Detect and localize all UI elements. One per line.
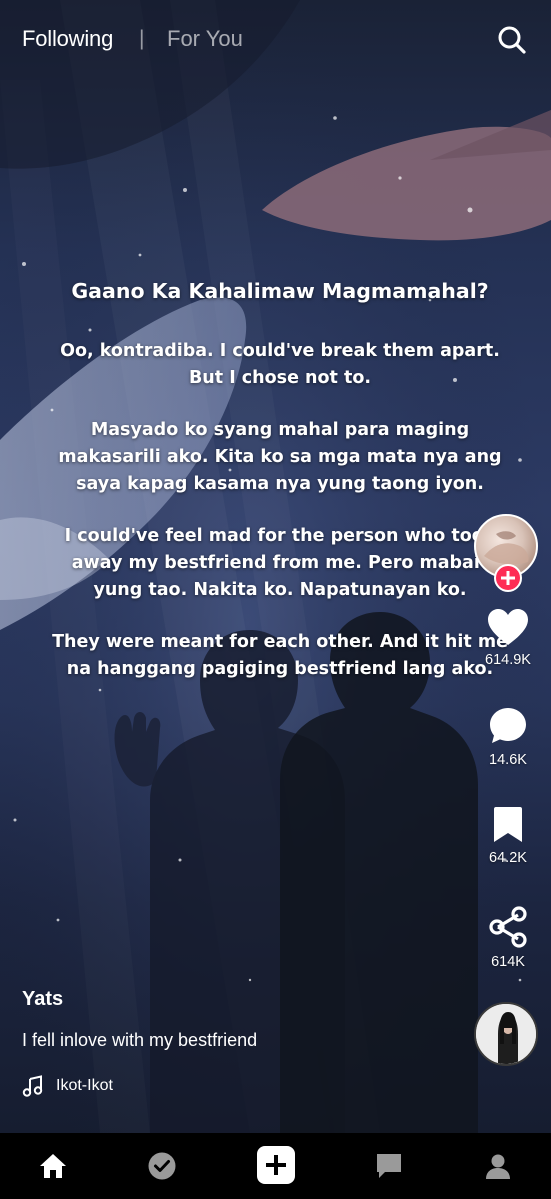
sound-name: Ikot-Ikot — [56, 1077, 113, 1094]
heart-icon — [488, 609, 528, 645]
music-cover-image — [476, 1004, 536, 1064]
follow-button[interactable] — [494, 564, 522, 592]
profile-icon — [486, 1154, 510, 1179]
like-button[interactable]: 614.9K — [470, 608, 546, 668]
bookmark-icon — [494, 807, 522, 842]
share-count: 614K — [491, 954, 525, 970]
music-note-icon — [22, 1075, 43, 1097]
creator-username[interactable]: Yats — [22, 988, 63, 1011]
create-plus-icon — [266, 1155, 286, 1175]
creator-avatar-button[interactable] — [474, 514, 538, 592]
friends-check-icon — [148, 1152, 176, 1180]
like-count: 614.9K — [485, 652, 531, 668]
nav-inbox[interactable] — [372, 1149, 406, 1183]
bottom-nav — [0, 1133, 551, 1199]
comment-count: 14.6K — [489, 752, 527, 768]
inbox-icon — [377, 1154, 401, 1178]
post-description[interactable]: I fell inlove with my bestfriend — [22, 1030, 257, 1051]
nav-home[interactable] — [36, 1149, 70, 1183]
tab-following[interactable]: Following — [22, 26, 113, 52]
post-paragraph: Oo, kontradiba. I could've break them ap… — [60, 341, 500, 388]
sound-row[interactable]: Ikot-Ikot — [22, 1075, 113, 1097]
post-paragraph: They were meant for each other. And it h… — [52, 632, 508, 679]
comment-icon — [490, 708, 526, 743]
music-disc[interactable] — [474, 1002, 538, 1066]
nav-profile[interactable] — [481, 1149, 515, 1183]
tab-for-you[interactable]: For You — [167, 26, 243, 52]
home-icon — [40, 1154, 66, 1178]
comment-button[interactable]: 14.6K — [470, 706, 546, 768]
post-paragraph: I could've feel mad for the person who t… — [64, 526, 496, 600]
save-button[interactable]: 64.2K — [470, 806, 546, 866]
nav-friends[interactable] — [145, 1149, 179, 1183]
plus-icon — [501, 571, 515, 585]
post-title: Gaano Ka Kahalimaw Magmamahal? — [71, 279, 489, 303]
nav-create-button[interactable] — [257, 1146, 295, 1184]
search-button[interactable] — [496, 24, 528, 56]
share-button[interactable]: 614K — [470, 906, 546, 970]
share-icon — [489, 906, 527, 948]
top-bar: Following | For You — [0, 0, 551, 80]
tab-divider: | — [139, 27, 145, 50]
save-count: 64.2K — [489, 850, 527, 866]
post-text-overlay: Gaano Ka Kahalimaw Magmamahal? Oo, kontr… — [40, 276, 520, 708]
post-paragraph: Masyado ko syang mahal para maging makas… — [58, 420, 502, 494]
search-icon — [498, 26, 526, 54]
